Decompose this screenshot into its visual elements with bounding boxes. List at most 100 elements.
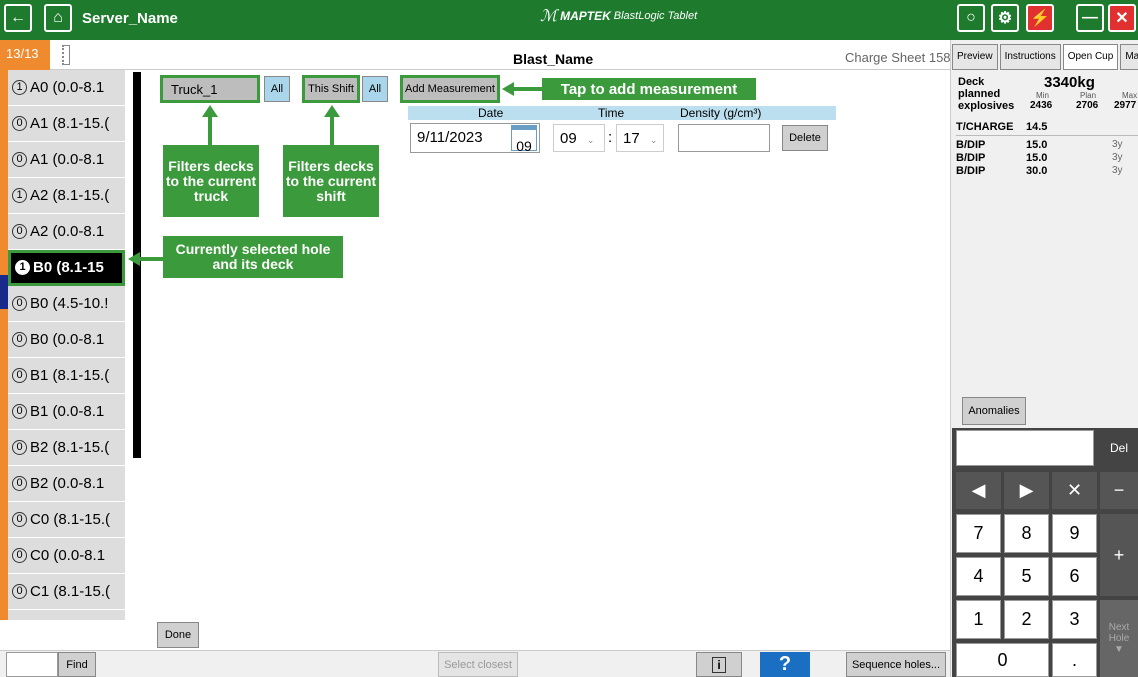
key-1[interactable]: 1: [956, 600, 1001, 639]
brand-maptek: MAPTEK: [560, 9, 611, 23]
hole-item[interactable]: 0 A1 (8.1-15.(: [8, 106, 125, 142]
home-button[interactable]: ⌂: [44, 4, 72, 32]
key-clear[interactable]: ✕: [1052, 472, 1097, 509]
done-button[interactable]: Done: [157, 622, 199, 648]
hole-item[interactable]: 0 A1 (0.0-8.1: [8, 142, 125, 178]
deck-row-name: B/DIP: [956, 165, 986, 177]
key-5[interactable]: 5: [1004, 557, 1049, 596]
sequence-icon[interactable]: [62, 45, 70, 65]
sync-button[interactable]: ○: [957, 4, 985, 32]
hole-item[interactable]: 0 B2 (0.0-8.1: [8, 466, 125, 502]
hole-label: A0 (0.0-8.1: [30, 79, 105, 96]
hole-list[interactable]: 1 A0 (0.0-8.1 0 A1 (8.1-15.(0 A1 (0.0-8.1 1 A2…: [8, 70, 125, 620]
tab-map[interactable]: Map: [1120, 44, 1138, 70]
gps-off-button[interactable]: ⚡: [1026, 4, 1054, 32]
deck-row-name: B/DIP: [956, 139, 986, 151]
deck-row-value: 30.0: [1026, 165, 1048, 177]
key-9[interactable]: 9: [1052, 514, 1097, 553]
hole-item[interactable]: 0 B1 (0.0-8.1: [8, 394, 125, 430]
close-icon: ✕: [1115, 10, 1129, 27]
hole-count-badge: 0: [12, 548, 27, 563]
deck-row[interactable]: B/DIP 15.0 3y: [956, 139, 1138, 152]
calendar-icon[interactable]: 09: [511, 125, 537, 154]
hole-item[interactable]: 0 A2 (0.0-8.1: [8, 214, 125, 250]
callout-truck-filter: Filters decks to the current truck: [163, 145, 259, 217]
tab-preview[interactable]: Preview: [952, 44, 998, 70]
anomalies-button[interactable]: Anomalies: [962, 397, 1026, 425]
shift-filter[interactable]: This Shift: [302, 75, 360, 103]
settings-button[interactable]: ⚙: [991, 4, 1019, 32]
hole-item[interactable]: 0 B0 (4.5-10.!: [8, 286, 125, 322]
del-key[interactable]: Del: [1100, 430, 1138, 466]
maptek-logo-icon: ℳ: [540, 8, 558, 25]
hole-item[interactable]: 0 C1 (8.1-15.(: [8, 574, 125, 610]
key-6[interactable]: 6: [1052, 557, 1097, 596]
hole-item[interactable]: 1 A0 (0.0-8.1: [8, 70, 125, 106]
hole-item[interactable]: 0 C0 (0.0-8.1: [8, 538, 125, 574]
deck-row-value: 15.0: [1026, 139, 1048, 151]
hole-item[interactable]: 0 B0 (0.0-8.1: [8, 322, 125, 358]
callout-add-measurement: Tap to add measurement: [542, 78, 756, 100]
key-left[interactable]: ◀: [956, 472, 1001, 509]
hole-item[interactable]: 0C1 (0.0-8.1: [8, 610, 125, 620]
truck-filter[interactable]: Truck_1: [160, 75, 260, 103]
key-plus[interactable]: +: [1100, 514, 1138, 596]
next-hole-key[interactable]: Next Hole ▼: [1100, 600, 1138, 677]
truck-all-button[interactable]: All: [264, 76, 290, 102]
find-button[interactable]: Find: [58, 652, 96, 677]
shift-all-button[interactable]: All: [362, 76, 388, 102]
hole-item[interactable]: 1 A2 (8.1-15.(: [8, 178, 125, 214]
minute-select[interactable]: 17 ⌄: [616, 124, 664, 152]
key-8[interactable]: 8: [1004, 514, 1049, 553]
plan-label: Plan: [1080, 91, 1097, 100]
find-input[interactable]: [6, 652, 58, 677]
back-button[interactable]: ←: [4, 4, 32, 32]
min-label: Min: [1036, 91, 1049, 100]
density-header: Density (g/cm³): [680, 106, 762, 120]
deck-row-extra: 3y: [1112, 152, 1123, 163]
key-right[interactable]: ▶: [1004, 472, 1049, 509]
chevron-down-icon: ⌄: [586, 135, 595, 145]
delete-button[interactable]: Delete: [782, 125, 828, 151]
chevron-down-icon: ⌄: [649, 135, 658, 145]
select-closest-button[interactable]: Select closest: [438, 652, 518, 677]
key-4[interactable]: 4: [956, 557, 1001, 596]
hole-counter: 13/13: [0, 40, 50, 70]
hole-item[interactable]: 0 C0 (8.1-15.(: [8, 502, 125, 538]
info-button[interactable]: i: [696, 652, 742, 677]
sequence-holes-button[interactable]: Sequence holes...: [846, 652, 946, 677]
hole-item[interactable]: 0 B1 (8.1-15.(: [8, 358, 125, 394]
time-header: Time: [598, 106, 625, 120]
help-button[interactable]: ?: [760, 652, 810, 677]
hole-count-badge: 0: [12, 152, 27, 167]
keypad-display[interactable]: [956, 430, 1094, 466]
hole-label: B0 (8.1-15: [33, 259, 104, 276]
key-0[interactable]: 0: [956, 643, 1049, 677]
minimize-button[interactable]: —: [1076, 4, 1104, 32]
hole-count-badge: 0: [12, 368, 27, 383]
hole-count-badge: 0: [12, 440, 27, 455]
callout-shift-filter: Filters decks to the current shift: [283, 145, 379, 217]
tab-instructions[interactable]: Instructions: [999, 44, 1061, 70]
minute-value: 17: [623, 130, 640, 147]
tab-open-cup[interactable]: Open Cup: [1062, 44, 1119, 70]
key-minus[interactable]: −: [1100, 472, 1138, 509]
deck-row[interactable]: B/DIP 30.0 3y: [956, 165, 1138, 178]
counter-text: 13/13: [6, 46, 39, 61]
add-measurement-button[interactable]: Add Measurement: [400, 75, 500, 103]
key-dot[interactable]: .: [1052, 643, 1097, 677]
hole-label: B2 (0.0-8.1: [30, 475, 105, 492]
density-input[interactable]: [678, 124, 770, 152]
hour-select[interactable]: 09 ⌄: [553, 124, 605, 152]
deck-row[interactable]: T/CHARGE 14.5: [956, 118, 1138, 136]
key-2[interactable]: 2: [1004, 600, 1049, 639]
close-button[interactable]: ✕: [1108, 4, 1136, 32]
hole-item[interactable]: 1 B0 (8.1-15: [8, 250, 125, 286]
hole-item[interactable]: 0 B2 (8.1-15.(: [8, 430, 125, 466]
key-3[interactable]: 3: [1052, 600, 1097, 639]
callout-arrow-line: [330, 117, 334, 145]
key-7[interactable]: 7: [956, 514, 1001, 553]
deck-row[interactable]: B/DIP 15.0 3y: [956, 152, 1138, 165]
max-label: Max: [1122, 91, 1138, 100]
satellite-off-icon: ⚡: [1030, 10, 1050, 27]
